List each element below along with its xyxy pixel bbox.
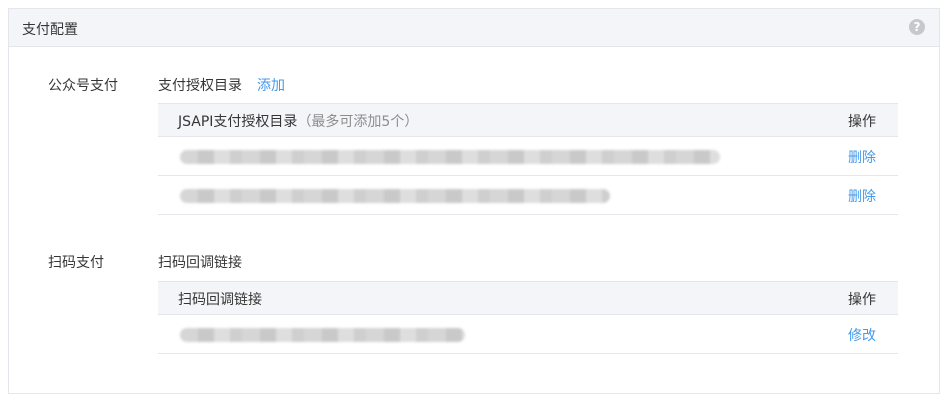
table-header: JSAPI支付授权目录（最多可添加5个） 操作 — [158, 103, 898, 137]
redacted-directory-url — [180, 189, 610, 203]
section-label-scan: 扫码支付 — [48, 255, 104, 271]
header-directory: JSAPI支付授权目录（最多可添加5个） — [178, 111, 418, 131]
jsapi-sub-title: 支付授权目录 — [158, 78, 242, 94]
scan-sub-title: 扫码回调链接 — [158, 255, 242, 271]
jsapi-directory-table: JSAPI支付授权目录（最多可添加5个） 操作 删除 删除 — [158, 103, 898, 215]
panel-header: 支付配置 ? — [9, 9, 939, 47]
scan-callback-table: 扫码回调链接 操作 修改 — [158, 281, 898, 354]
modify-link[interactable]: 修改 — [848, 325, 876, 345]
redacted-directory-url — [180, 150, 720, 164]
panel-title: 支付配置 — [22, 22, 78, 38]
header-directory-label: JSAPI支付授权目录 — [178, 114, 298, 130]
table-row: 删除 — [158, 176, 898, 215]
table-row: 修改 — [158, 315, 898, 354]
delete-link[interactable]: 删除 — [848, 147, 876, 167]
payment-config-panel: 支付配置 ? 公众号支付 支付授权目录 添加 JSAPI支付授权目录（最多可添加… — [8, 8, 940, 394]
add-directory-link[interactable]: 添加 — [257, 75, 285, 95]
table-row: 删除 — [158, 137, 898, 176]
delete-link[interactable]: 删除 — [848, 186, 876, 206]
header-callback: 扫码回调链接 — [178, 292, 262, 308]
table-header: 扫码回调链接 操作 — [158, 281, 898, 315]
header-action: 操作 — [848, 114, 876, 130]
redacted-callback-url — [180, 328, 465, 342]
section-label-jsapi: 公众号支付 — [48, 78, 118, 94]
header-limit-note: （最多可添加5个） — [297, 114, 419, 130]
header-action: 操作 — [848, 292, 876, 308]
help-icon[interactable]: ? — [909, 19, 925, 35]
